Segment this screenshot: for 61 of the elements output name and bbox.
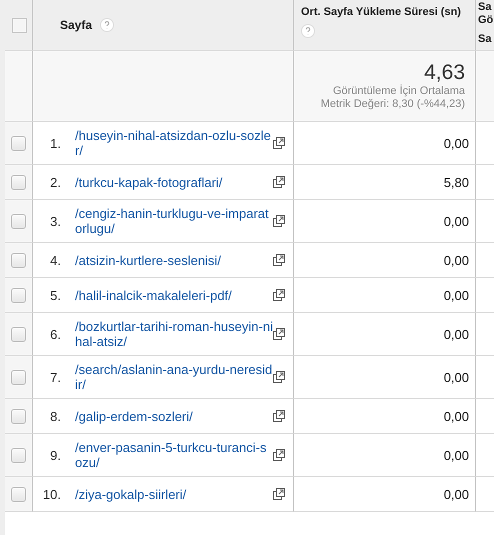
page-link[interactable]: /huseyin-nihal-atsizdan-ozlu-sozler/	[75, 128, 273, 158]
open-in-new-window-icon[interactable]	[273, 215, 285, 227]
row-number: 5.	[49, 288, 61, 302]
row-number: 6.	[49, 326, 61, 342]
metric-value: 0,00	[444, 408, 469, 424]
row-checkbox[interactable]	[11, 408, 26, 424]
row-number: 1.	[49, 136, 61, 150]
open-in-new-window-icon[interactable]	[273, 328, 285, 340]
help-icon[interactable]	[301, 24, 315, 38]
row-checkbox[interactable]	[11, 214, 26, 228]
column-header[interactable]: Sayfa	[60, 18, 92, 32]
page-link[interactable]: /atsizin-kurtlere-seslenisi/	[75, 252, 273, 268]
page-link[interactable]: /ziya-gokalp-siirleri/	[75, 486, 273, 502]
column-header: Sa	[478, 33, 492, 46]
column-header: Sa	[478, 1, 492, 14]
open-in-new-window-icon[interactable]	[273, 137, 285, 149]
summary-caption: Görüntüleme İçin Ortalama	[332, 85, 465, 98]
page-link[interactable]: /galip-erdem-sozleri/	[75, 408, 273, 424]
open-in-new-window-icon[interactable]	[273, 410, 285, 422]
row-number: 3.	[49, 214, 61, 228]
page-link[interactable]: /halil-inalcik-makaleleri-pdf/	[75, 288, 273, 302]
metric-value: 0,00	[444, 288, 469, 302]
row-checkbox[interactable]	[11, 252, 26, 268]
row-checkbox[interactable]	[11, 326, 26, 342]
metric-value: 0,00	[444, 326, 469, 342]
row-number: 10.	[42, 486, 61, 502]
metric-value: 5,80	[444, 174, 469, 190]
summary-value: 4,63	[424, 61, 465, 85]
row-number: 4.	[49, 252, 61, 268]
open-in-new-window-icon[interactable]	[273, 488, 285, 500]
row-number: 9.	[49, 448, 61, 462]
row-checkbox[interactable]	[11, 486, 26, 502]
column-header[interactable]: Ort. Sayfa Yükleme Süresi (sn)	[301, 6, 461, 18]
page-link[interactable]: /bozkurtlar-tarihi-roman-huseyin-nihal-atsiz/	[75, 319, 273, 349]
open-in-new-window-icon[interactable]	[273, 254, 285, 266]
page-link[interactable]: /cengiz-hanin-turklugu-ve-imparatorlugu/	[75, 206, 273, 236]
help-icon[interactable]	[100, 18, 114, 32]
open-in-new-window-icon[interactable]	[273, 449, 285, 461]
metric-value: 0,00	[444, 214, 469, 228]
row-checkbox[interactable]	[11, 370, 26, 384]
metric-value: 0,00	[444, 370, 469, 384]
row-checkbox[interactable]	[11, 174, 26, 190]
metric-value: 0,00	[444, 486, 469, 502]
open-in-new-window-icon[interactable]	[273, 289, 285, 301]
metric-value: 0,00	[444, 448, 469, 462]
row-checkbox[interactable]	[11, 448, 26, 462]
open-in-new-window-icon[interactable]	[273, 371, 285, 383]
row-number: 8.	[49, 408, 61, 424]
row-checkbox[interactable]	[11, 136, 26, 150]
summary-comparison: Metrik Değeri: 8,30 (-%44,23)	[320, 98, 465, 111]
metric-value: 0,00	[444, 252, 469, 268]
column-header: Gö	[478, 14, 494, 27]
select-all-checkbox[interactable]	[12, 18, 27, 32]
row-number: 7.	[49, 370, 61, 384]
page-link[interactable]: /turkcu-kapak-fotograflari/	[75, 174, 273, 190]
page-link[interactable]: /enver-pasanin-5-turkcu-turanci-sozu/	[75, 440, 273, 470]
metric-value: 0,00	[444, 136, 469, 150]
row-number: 2.	[49, 174, 61, 190]
row-checkbox[interactable]	[11, 288, 26, 302]
open-in-new-window-icon[interactable]	[273, 176, 285, 188]
page-link[interactable]: /search/aslanin-ana-yurdu-neresidir/	[75, 362, 273, 392]
